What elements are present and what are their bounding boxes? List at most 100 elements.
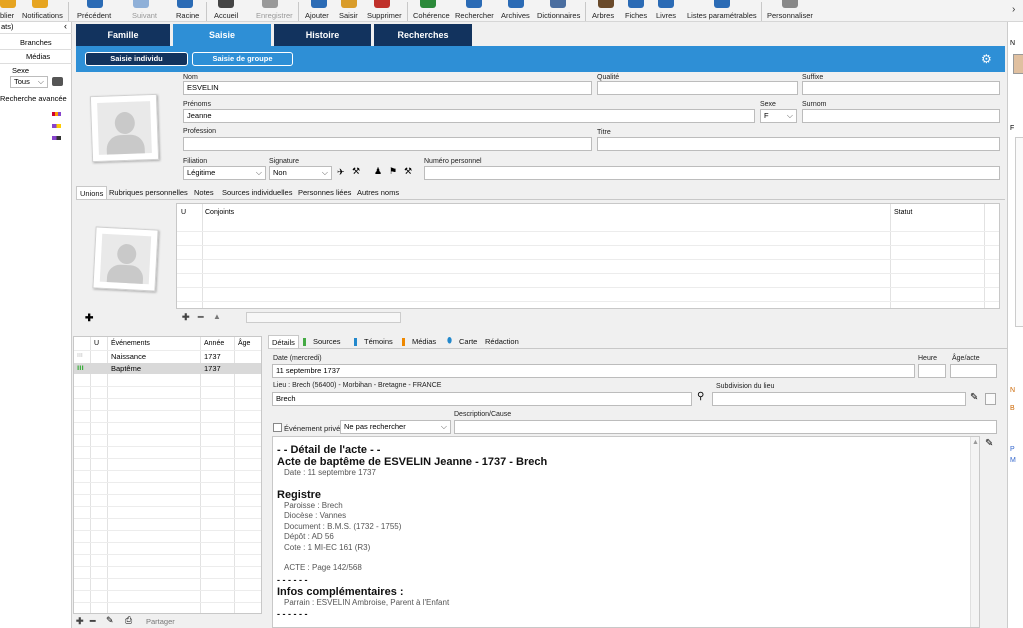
recherche-select[interactable]: Ne pas rechercher — [340, 420, 451, 434]
nom-field[interactable]: ESVELIN — [183, 81, 592, 95]
event-row[interactable]: ııı Naissance 1737 — [74, 351, 261, 362]
tab-recherches[interactable]: Recherches — [374, 24, 472, 46]
suffixe-field[interactable] — [802, 81, 1000, 95]
edit-acte-icon[interactable]: ✎ — [985, 438, 993, 449]
edit-event-icon[interactable]: ✎ — [106, 615, 114, 626]
add-photo-icon[interactable]: ✚ — [85, 313, 93, 324]
toolbar-saisir[interactable]: Saisir — [339, 11, 358, 20]
move-up-icon[interactable]: ▲ — [213, 312, 221, 321]
toolbar-arbres[interactable]: Arbres — [592, 11, 614, 20]
tab-famille[interactable]: Famille — [76, 24, 170, 46]
union-type-select[interactable] — [246, 312, 401, 323]
toolbar-enregistrer[interactable]: Enregistrer — [256, 11, 293, 20]
partager-button[interactable]: Partager — [146, 617, 175, 626]
event-row-selected[interactable]: ııı Baptême 1737 — [74, 363, 261, 374]
share-icon[interactable]: ⎙ — [125, 615, 132, 626]
avatar[interactable] — [1013, 54, 1023, 74]
remove-union-icon[interactable]: ━ — [198, 312, 203, 323]
titre-field[interactable] — [597, 137, 1000, 151]
tab-details[interactable]: Détails — [268, 335, 299, 348]
person-silhouette-icon — [99, 233, 152, 285]
flag-icon[interactable]: ⚑ — [389, 166, 397, 177]
toolbar-item[interactable]: blier — [0, 11, 14, 20]
pin-icon[interactable]: ✈ — [337, 167, 345, 178]
surnom-field[interactable] — [802, 109, 1000, 123]
toolbar-ajouter[interactable]: Ajouter — [305, 11, 329, 20]
lieu-field[interactable]: Brech — [272, 392, 692, 406]
sexe-select[interactable]: F — [760, 109, 797, 123]
toolbar-notifications[interactable]: Notifications — [22, 11, 63, 20]
add-union-icon[interactable]: ✚ — [182, 312, 190, 323]
prenoms-field[interactable]: Jeanne — [183, 109, 755, 123]
tab-personnes-liees[interactable]: Personnes liées — [295, 186, 354, 199]
tab-sources[interactable]: Sources — [310, 335, 344, 348]
divider — [0, 63, 72, 64]
description-field[interactable] — [454, 420, 997, 434]
filiation-select[interactable]: Légitime — [183, 166, 266, 180]
toolbar-precedent[interactable]: Précédent — [77, 11, 111, 20]
filiation-label: Filiation — [183, 158, 208, 165]
scroll-up-icon[interactable]: ▲ — [972, 439, 979, 446]
books-icon — [658, 0, 674, 8]
hammer-icon[interactable]: ⚒ — [404, 166, 412, 177]
toolbar-coherence[interactable]: Cohérence — [413, 11, 450, 20]
tab-medias[interactable]: Médias — [409, 335, 439, 348]
status-bars-icon: ııı — [77, 352, 83, 359]
age-acte-field[interactable] — [950, 364, 997, 378]
clear-filter-icon[interactable] — [52, 77, 63, 86]
tools-icon[interactable]: ⚒ — [352, 166, 360, 177]
tab-carte[interactable]: Carte — [456, 335, 480, 348]
tab-temoins[interactable]: Témoins — [361, 335, 396, 348]
temoins-color-icon — [354, 338, 357, 346]
location-pin-icon[interactable]: ⚲ — [697, 391, 704, 402]
toolbar-fiches[interactable]: Fiches — [625, 11, 647, 20]
person-icon[interactable]: ♟ — [374, 166, 382, 177]
heure-field[interactable] — [918, 364, 946, 378]
signature-select[interactable]: Non — [269, 166, 332, 180]
heure-label: Heure — [918, 355, 938, 362]
tab-notes[interactable]: Notes — [191, 186, 217, 199]
portrait-photo[interactable] — [89, 93, 160, 163]
tab-saisie[interactable]: Saisie — [173, 24, 271, 46]
acte-detail-panel[interactable]: - - Détail de l'acte - - Acte de baptême… — [272, 436, 980, 628]
toolbar-supprimer[interactable]: Supprimer — [367, 11, 402, 20]
subdivision-field[interactable] — [712, 392, 966, 406]
toolbar-livres[interactable]: Livres — [656, 11, 676, 20]
right-list[interactable] — [1015, 137, 1023, 327]
qualite-field[interactable] — [597, 81, 798, 95]
toolbar-listes[interactable]: Listes paramétrables — [687, 11, 757, 20]
numero-field[interactable] — [424, 166, 1000, 180]
tab-autres-noms[interactable]: Autres noms — [354, 186, 402, 199]
toolbar-rechercher[interactable]: Rechercher — [455, 11, 494, 20]
toolbar-personnaliser[interactable]: Personnaliser — [767, 11, 813, 20]
tab-histoire[interactable]: Histoire — [274, 24, 371, 46]
toolbar-suivant[interactable]: Suivant — [132, 11, 157, 20]
tab-redaction[interactable]: Rédaction — [482, 335, 522, 348]
settings-gear-icon[interactable]: ⚙ — [981, 52, 992, 66]
description-label: Description/Cause — [454, 411, 512, 418]
toolbar-racine[interactable]: Racine — [176, 11, 199, 20]
save-icon — [262, 0, 278, 8]
pencil-icon[interactable]: ✎ — [970, 392, 978, 403]
remove-event-icon[interactable]: ━ — [90, 616, 95, 627]
add-event-icon[interactable]: ✚ — [76, 616, 84, 627]
toolbar-dictionnaires[interactable]: Dictionnaires — [537, 11, 580, 20]
saisie-groupe-button[interactable]: Saisie de groupe — [192, 52, 293, 66]
detail-scrollbar[interactable]: ▲ — [970, 437, 979, 627]
saisie-individu-button[interactable]: Saisie individu — [85, 52, 188, 66]
date-field[interactable]: 11 septembre 1737 — [272, 364, 915, 378]
collapse-left-icon[interactable]: ‹ — [64, 21, 67, 31]
profession-field[interactable] — [183, 137, 592, 151]
spouse-photo[interactable] — [92, 226, 159, 292]
tab-rubriques[interactable]: Rubriques personnelles — [106, 186, 191, 199]
prive-checkbox[interactable] — [273, 423, 282, 432]
toolbar-archives[interactable]: Archives — [501, 11, 530, 20]
toolbar-accueil[interactable]: Accueil — [214, 11, 238, 20]
sexe-filter-select[interactable]: Tous — [10, 76, 48, 88]
chevron-right-icon[interactable]: › — [1012, 4, 1015, 15]
tab-sources-individuelles[interactable]: Sources individuelles — [219, 186, 295, 199]
tab-unions[interactable]: Unions — [76, 186, 108, 199]
event-name: Baptême — [111, 364, 142, 373]
document-icon[interactable] — [985, 393, 996, 405]
recherche-avancee-link[interactable]: Recherche avancée — [0, 94, 72, 103]
